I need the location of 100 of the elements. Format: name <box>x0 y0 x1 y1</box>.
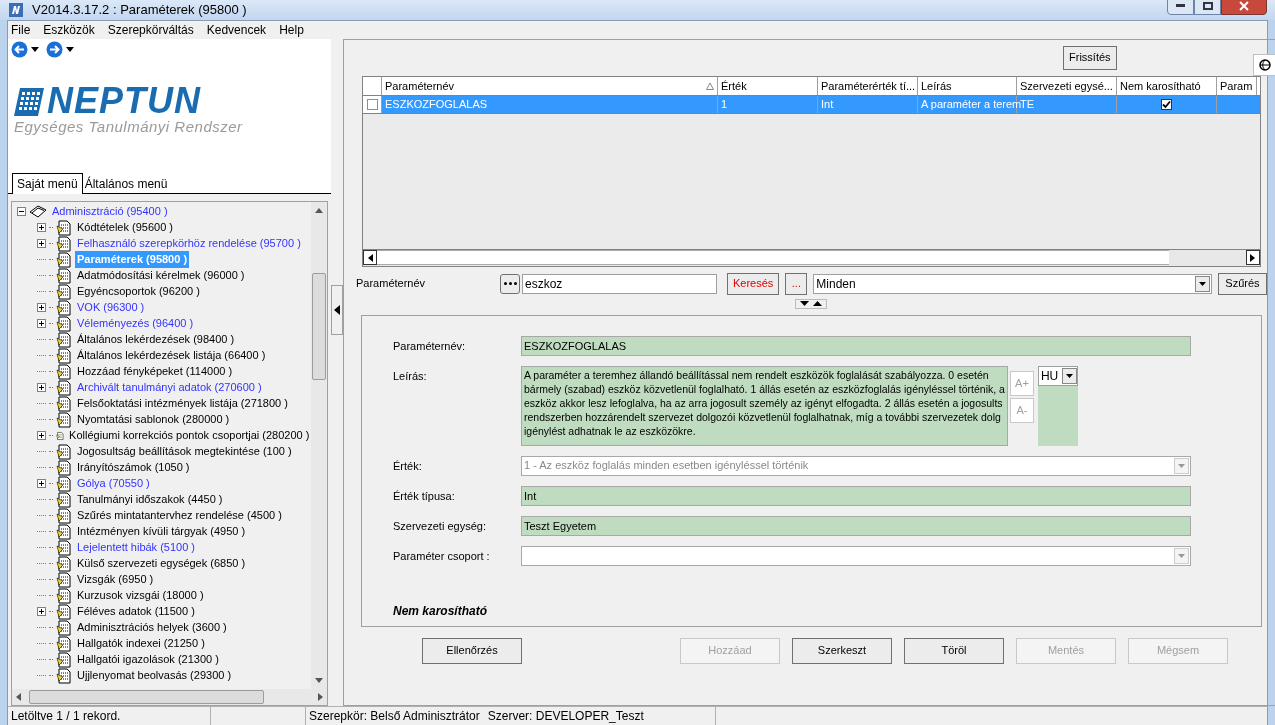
filter-button[interactable]: Szűrés <box>1218 272 1267 295</box>
tree-item[interactable]: Gólya (70550 ) <box>75 475 152 492</box>
tree-item[interactable]: Kódtételek (95600 ) <box>75 219 175 236</box>
tree-item[interactable]: Nyomtatási sablonok (280000 ) <box>75 411 232 428</box>
column-header[interactable]: Leírás <box>918 76 1017 95</box>
horizontal-scrollbar[interactable] <box>363 248 1260 266</box>
tree-item[interactable]: Adminisztrációs helyek (3600 ) <box>75 619 229 636</box>
expand-icon[interactable] <box>37 319 46 328</box>
column-header[interactable]: Paraméternév <box>382 76 718 95</box>
menu-item[interactable]: Help <box>279 20 304 39</box>
tree-item[interactable]: Archivált tanulmányi adatok (270600 ) <box>75 379 264 396</box>
expand-icon[interactable] <box>37 223 46 232</box>
tree-item[interactable]: Külső szervezeti egységek (6850 ) <box>75 555 248 572</box>
tree-item[interactable]: Jogosultság beállítások megtekintése (100 ) <box>75 443 294 460</box>
tree-item[interactable]: Szűrés mintatantervhez rendelése (4500 ) <box>75 507 284 524</box>
menu-item[interactable]: Kedvencek <box>206 20 267 39</box>
tree-item[interactable]: Vizsgák (6950 ) <box>75 571 156 588</box>
table-cell: ESZKOZFOGLALAS <box>382 95 718 113</box>
cell-checkbox[interactable] <box>1161 98 1172 110</box>
tree-item[interactable]: Hallgatók indexei (21250 ) <box>75 635 207 652</box>
splitter-toggle[interactable] <box>795 298 828 309</box>
tree-item[interactable]: Adatmódosítási kérelmek (96000 ) <box>75 267 247 284</box>
text-field[interactable]: Teszt Egyetem <box>521 515 1191 536</box>
horizontal-scrollbar[interactable] <box>12 688 327 705</box>
scope-dropdown[interactable]: Minden <box>813 273 1213 294</box>
text-field[interactable]: ESZKOZFOGLALAS <box>521 335 1191 356</box>
field-label: Paraméternév: <box>393 338 467 354</box>
tree-item[interactable]: Adminisztráció (95400 ) <box>50 203 170 220</box>
refresh-button[interactable]: Frissítés <box>1063 45 1117 70</box>
tree-item[interactable]: Véleményezés (96400 ) <box>75 315 196 332</box>
tree-item[interactable]: Kollégiumi korrekciós pontok csoportjai (280200 ) <box>67 427 312 444</box>
tree-item[interactable]: Lejelentett hibák (5100 ) <box>75 539 198 556</box>
forward-icon[interactable] <box>46 41 63 58</box>
expand-icon[interactable] <box>37 431 46 440</box>
tree-item[interactable]: Hozzáad fényképeket (114000 ) <box>75 363 235 380</box>
column-header[interactable]: Nem karosítható <box>1117 76 1217 95</box>
expand-icon[interactable] <box>37 607 46 616</box>
language-dropdown[interactable]: HU <box>1037 365 1078 386</box>
tree-item[interactable]: Féléves adatok (11500 ) <box>75 603 197 620</box>
expand-icon[interactable] <box>37 239 46 248</box>
scrollbar-thumb[interactable] <box>312 272 327 380</box>
document-icon <box>56 347 72 364</box>
tree-item[interactable]: Kurzusok vizsgái (18000 ) <box>75 587 206 604</box>
expand-icon[interactable] <box>37 383 46 392</box>
column-header[interactable]: Szervezeti egysé... <box>1017 76 1117 95</box>
document-icon <box>56 667 72 684</box>
column-header[interactable]: Param <box>1217 76 1257 95</box>
tree-item[interactable]: Általános lekérdezések (98400 ) <box>75 331 237 348</box>
vertical-scrollbar[interactable] <box>311 201 327 689</box>
arrow-left-icon <box>334 304 340 315</box>
collapse-icon[interactable] <box>17 207 26 216</box>
tree-item[interactable]: Felsőoktatási intézmények listája (271800 ) <box>75 395 290 412</box>
more-button[interactable]: ... <box>785 272 808 295</box>
document-icon <box>56 475 72 492</box>
dropdown-field[interactable] <box>521 545 1191 566</box>
description-field[interactable]: A paraméter a teremhez állandó beállítással nem rendelt eszközök foglalását szabályozza. 0 esetén bármely (szabad) eszköz közvetlenül foglalható. 1 állás esetén az eszközfoglalás igényléssel történik, a eszköz akkor lesz lefoglalva, ha az arra jogosult személy az igényt elfogadta. 2 állás esetén a jogosults rendszerben hozzárendelt szervezet dolgozói közvetlenül foglalhatnak, míg a további szervezetek dolg igénylést adhatnak le az eszközökre. <box>521 365 1008 446</box>
minimize-button[interactable] <box>1167 0 1194 16</box>
action-button[interactable]: Szerkeszt <box>792 637 892 664</box>
close-button[interactable] <box>1221 0 1267 16</box>
maximize-button[interactable] <box>1194 0 1221 16</box>
document-icon <box>56 395 72 412</box>
caret-icon[interactable] <box>31 47 39 52</box>
expand-icon[interactable] <box>37 303 46 312</box>
document-icon <box>56 651 72 668</box>
scroll-left-icon[interactable] <box>16 692 21 701</box>
tree-item[interactable]: Irányítószámok (1050 ) <box>75 459 192 476</box>
tree-item[interactable]: Felhasználó szerepkörhöz rendelése (95700 ) <box>75 235 303 252</box>
search-button[interactable]: Keresés <box>727 272 780 295</box>
menu-item[interactable]: File <box>11 20 31 39</box>
tree-item[interactable]: Ujjlenyomat beolvasás (29300 ) <box>75 667 234 684</box>
column-header[interactable]: Paraméterérték tí... <box>818 76 918 95</box>
caret-icon[interactable] <box>66 47 74 52</box>
settings-button[interactable] <box>1252 53 1275 76</box>
document-icon <box>56 235 72 252</box>
text-field[interactable]: Int <box>521 485 1191 506</box>
menu-item[interactable]: Eszközök <box>43 20 95 39</box>
tree-item[interactable]: Tanulmányi időszakok (4450 ) <box>75 491 225 508</box>
action-button[interactable]: Ellenőrzés <box>422 637 522 664</box>
row-checkbox[interactable] <box>366 98 378 110</box>
collapse-panel-button[interactable] <box>331 284 343 335</box>
menu-tab[interactable]: Saját menü <box>12 172 83 194</box>
tree-item[interactable]: Általános lekérdezések listája (66400 ) <box>75 347 268 364</box>
tree-item[interactable]: Egyéncsoportok (96200 ) <box>75 283 202 300</box>
options-button[interactable] <box>500 273 520 294</box>
scroll-right-icon[interactable] <box>318 692 323 701</box>
field-label: Érték: <box>393 458 423 474</box>
menu-item[interactable]: Szerepkörváltás <box>107 20 194 39</box>
back-icon[interactable] <box>11 41 28 58</box>
document-icon <box>56 283 72 300</box>
scroll-down-icon[interactable] <box>315 677 324 683</box>
tree-item[interactable]: Intézményen kívüli tárgyak (4950 ) <box>75 523 248 540</box>
tree-item[interactable]: Hallgatói igazolások (21300 ) <box>75 651 221 668</box>
document-icon <box>56 363 72 380</box>
search-field[interactable]: eszkoz <box>522 273 717 294</box>
menu-tab[interactable]: Általános menü <box>82 174 170 193</box>
expand-icon[interactable] <box>37 479 46 488</box>
tree-item[interactable]: VOK (96300 ) <box>75 299 147 316</box>
column-header[interactable]: Érték <box>718 76 818 95</box>
action-button[interactable]: Töröl <box>904 637 1004 664</box>
scroll-up-icon[interactable] <box>315 207 324 213</box>
